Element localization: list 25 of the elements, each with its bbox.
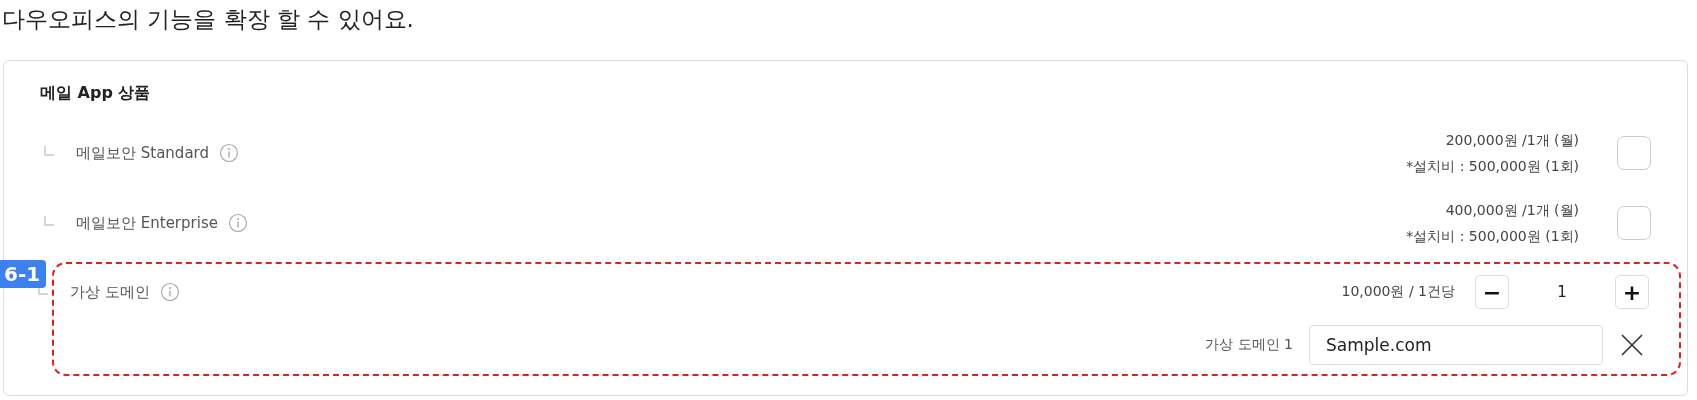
page-heading: 다우오피스의 기능을 확장 할 수 있어요. [1,5,415,34]
quantity-value: 1 [1556,283,1568,301]
price-text: 400,000원 /1개 (월) [1445,201,1579,220]
indent-corner-icon [44,216,54,226]
checkbox[interactable] [1617,136,1651,170]
domain-input-field[interactable]: Sample.com [1309,325,1603,365]
product-name: 메일보안 Enterprise [76,213,218,233]
info-icon[interactable] [219,143,239,163]
close-icon[interactable] [1621,334,1643,356]
field-label: 가상 도메인 1 [1205,336,1293,354]
increment-button[interactable]: + [1615,275,1649,309]
setup-fee-text: *설치비 : 500,000원 (1회) [1406,157,1579,176]
checkbox[interactable] [1617,206,1651,240]
price-text: 10,000원 / 1건당 [1341,283,1455,301]
section-title: 메일 App 상품 [40,83,152,104]
product-name: 메일보안 Standard [76,143,209,163]
annotation-badge: 6-1 [0,260,47,288]
price-text: 200,000원 /1개 (월) [1445,131,1579,150]
setup-fee-text: *설치비 : 500,000원 (1회) [1406,227,1579,246]
info-icon[interactable] [159,282,180,302]
product-name: 가상 도메인 [70,282,150,302]
decrement-button[interactable]: − [1475,275,1509,309]
info-icon[interactable] [227,213,248,233]
indent-corner-icon [38,285,48,295]
indent-corner-icon [44,146,54,156]
